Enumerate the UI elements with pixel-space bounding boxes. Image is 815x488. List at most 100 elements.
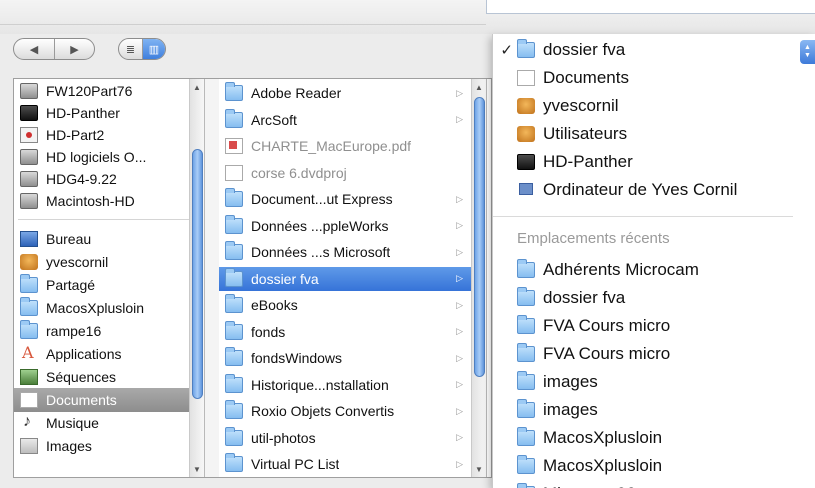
list-item[interactable]: ArcSoft ▷ [219, 108, 471, 132]
sidebar-item-rampe16[interactable]: rampe16 [14, 319, 101, 343]
menu-item-recent[interactable]: images [493, 368, 793, 395]
sidebar-item-label: Macintosh-HD [46, 193, 135, 209]
disclosure-arrow-icon: ▷ [456, 432, 463, 442]
column-scroll-thumb[interactable] [474, 97, 485, 377]
disclosure-arrow-icon: ▷ [456, 220, 463, 230]
list-item[interactable]: dossier fva ▷ [219, 266, 471, 291]
menu-item-label: FVA Cours micro [543, 343, 671, 363]
list-item-label: corse 6.dvdproj [251, 164, 347, 181]
path-popup-menu: ✓ dossier fva Documents yvescornil Utilisate… [492, 34, 815, 488]
sidebar-item-label: MacosXplusloin [46, 300, 145, 316]
scroll-down-arrow-icon[interactable]: ▼ [472, 463, 486, 475]
sidebar-item-label: HD-Part2 [46, 127, 105, 143]
scroll-up-arrow-icon[interactable]: ▲ [472, 81, 486, 93]
sidebar-item-device[interactable]: HD logiciels O... [14, 145, 146, 169]
sidebar-item-label: HDG4-9.22 [46, 171, 117, 187]
sidebar-item-label: FW120Part76 [46, 83, 133, 99]
sidebar-item-label: Partagé [46, 277, 96, 293]
sidebar-item-device[interactable]: HD-Part2 [14, 123, 104, 147]
list-item[interactable]: Roxio Objets Convertis ▷ [219, 399, 471, 423]
disclosure-arrow-icon: ▷ [456, 379, 463, 389]
folder-icon [225, 426, 243, 446]
menu-item-recent[interactable]: dossier fva [493, 284, 793, 311]
column-resize-gap[interactable] [205, 79, 219, 477]
disclosure-arrow-icon: ▷ [456, 352, 463, 363]
sidebar-item-home[interactable]: yvescornil [14, 250, 108, 274]
sidebar-item-images[interactable]: Images [14, 434, 92, 458]
sidebar-item-partage[interactable]: Partagé [14, 273, 95, 297]
menu-item-recent[interactable]: images [493, 396, 793, 423]
folder-icon [225, 214, 243, 234]
menu-item-path[interactable]: Utilisateurs [493, 120, 793, 147]
computer-icon [517, 182, 535, 198]
sidebar-item-documents[interactable]: Documents [14, 388, 190, 412]
menu-item-recent[interactable]: FVA Cours micro [493, 340, 793, 367]
sidebar-item-label: Applications [46, 346, 122, 362]
folder-icon [517, 258, 535, 278]
list-item[interactable]: CHARTE_MacEurope.pdf [219, 134, 471, 158]
sidebar-scroll-thumb[interactable] [192, 149, 203, 399]
menu-item-recent[interactable]: MacosXplusloin [493, 424, 793, 451]
folder-icon [225, 347, 243, 366]
list-item[interactable]: util-photos ▷ [219, 426, 471, 450]
list-item-label: Données ...ppleWorks [251, 217, 389, 234]
list-item[interactable]: Historique...nstallation ▷ [219, 373, 471, 397]
location-field[interactable] [486, 0, 815, 14]
sidebar-item-label: HD-Panther [46, 105, 120, 121]
list-item[interactable]: Données ...s Microsoft ▷ [219, 240, 471, 264]
menu-item-path[interactable]: ✓ dossier fva [493, 36, 793, 63]
list-item[interactable]: Document...ut Express ▷ [219, 187, 471, 211]
sidebar-item-device[interactable]: HD-Panther [14, 101, 120, 125]
column-scrollbar[interactable]: ▲ ▼ [471, 79, 486, 477]
scroll-up-arrow-icon[interactable]: ▲ [190, 81, 204, 93]
list-item[interactable]: Adobe Reader ▷ [219, 81, 471, 105]
menu-item-label: yvescornil [543, 95, 619, 115]
scroll-down-arrow-icon[interactable]: ▼ [190, 463, 204, 475]
sidebar-item-device[interactable]: HDG4-9.22 [14, 167, 117, 191]
sidebar-item-device[interactable]: FW120Part76 [14, 79, 132, 103]
forward-button[interactable]: ▶ [54, 39, 94, 59]
disk-red-icon [20, 127, 38, 143]
menu-item-recent[interactable]: MacosXplusloin [493, 452, 793, 479]
list-item[interactable]: eBooks ▷ [219, 293, 471, 317]
list-item[interactable]: corse 6.dvdproj [219, 161, 471, 185]
popup-stepper-icon[interactable]: ▲ ▼ [800, 40, 815, 64]
folder-icon [225, 188, 243, 207]
list-item-label: Document...ut Express [251, 191, 393, 207]
menu-item-path[interactable]: HD-Panther [493, 148, 793, 175]
list-item-label: eBooks [251, 297, 298, 313]
list-item[interactable]: fonds ▷ [219, 320, 471, 344]
sidebar-item-applications[interactable]: Applications [14, 342, 122, 366]
list-view-button[interactable]: ≣ [119, 39, 142, 59]
menu-item-label: HD-Panther [543, 151, 633, 171]
desktop-icon [20, 231, 38, 247]
folder-icon [517, 314, 535, 334]
folder-icon [225, 241, 243, 260]
menu-item-recent[interactable]: Adhérents Microcam [493, 256, 793, 283]
menu-item-recent[interactable]: Microcam06 [493, 480, 793, 488]
users-icon [517, 125, 535, 142]
disk-dark-icon [20, 105, 38, 121]
list-item-label: Historique...nstallation [251, 376, 389, 393]
sidebar-item-sequences[interactable]: Séquences [14, 365, 116, 389]
back-button[interactable]: ◀ [14, 39, 54, 59]
list-item[interactable]: fondsWindows ▷ [219, 346, 471, 370]
menu-item-label: dossier fva [543, 287, 626, 307]
sidebar-item-bureau[interactable]: Bureau [14, 227, 91, 251]
menu-item-label: Ordinateur de Yves Cornil [543, 179, 738, 199]
sidebar-item-macosxplusloin[interactable]: MacosXplusloin [14, 296, 144, 320]
menu-item-path[interactable]: yvescornil [493, 92, 793, 119]
file-icon [225, 164, 243, 181]
menu-item-label: FVA Cours micro [543, 315, 671, 335]
sidebar-scrollbar[interactable]: ▲ ▼ [189, 79, 204, 477]
menu-item-path[interactable]: Ordinateur de Yves Cornil [493, 176, 793, 203]
sidebar-item-device[interactable]: Macintosh-HD [14, 189, 135, 213]
menu-item-recent[interactable]: FVA Cours micro [493, 312, 793, 339]
sidebar-item-label: rampe16 [46, 323, 102, 339]
column-view-button[interactable]: ▥ [141, 39, 165, 59]
list-item[interactable]: Virtual PC List ▷ [219, 452, 471, 476]
menu-item-path[interactable]: Documents [493, 64, 793, 91]
sidebar-item-musique[interactable]: Musique [14, 411, 99, 435]
list-item[interactable]: Données ...ppleWorks ▷ [219, 214, 471, 238]
list-item-label: CHARTE_MacEurope.pdf [251, 138, 412, 154]
